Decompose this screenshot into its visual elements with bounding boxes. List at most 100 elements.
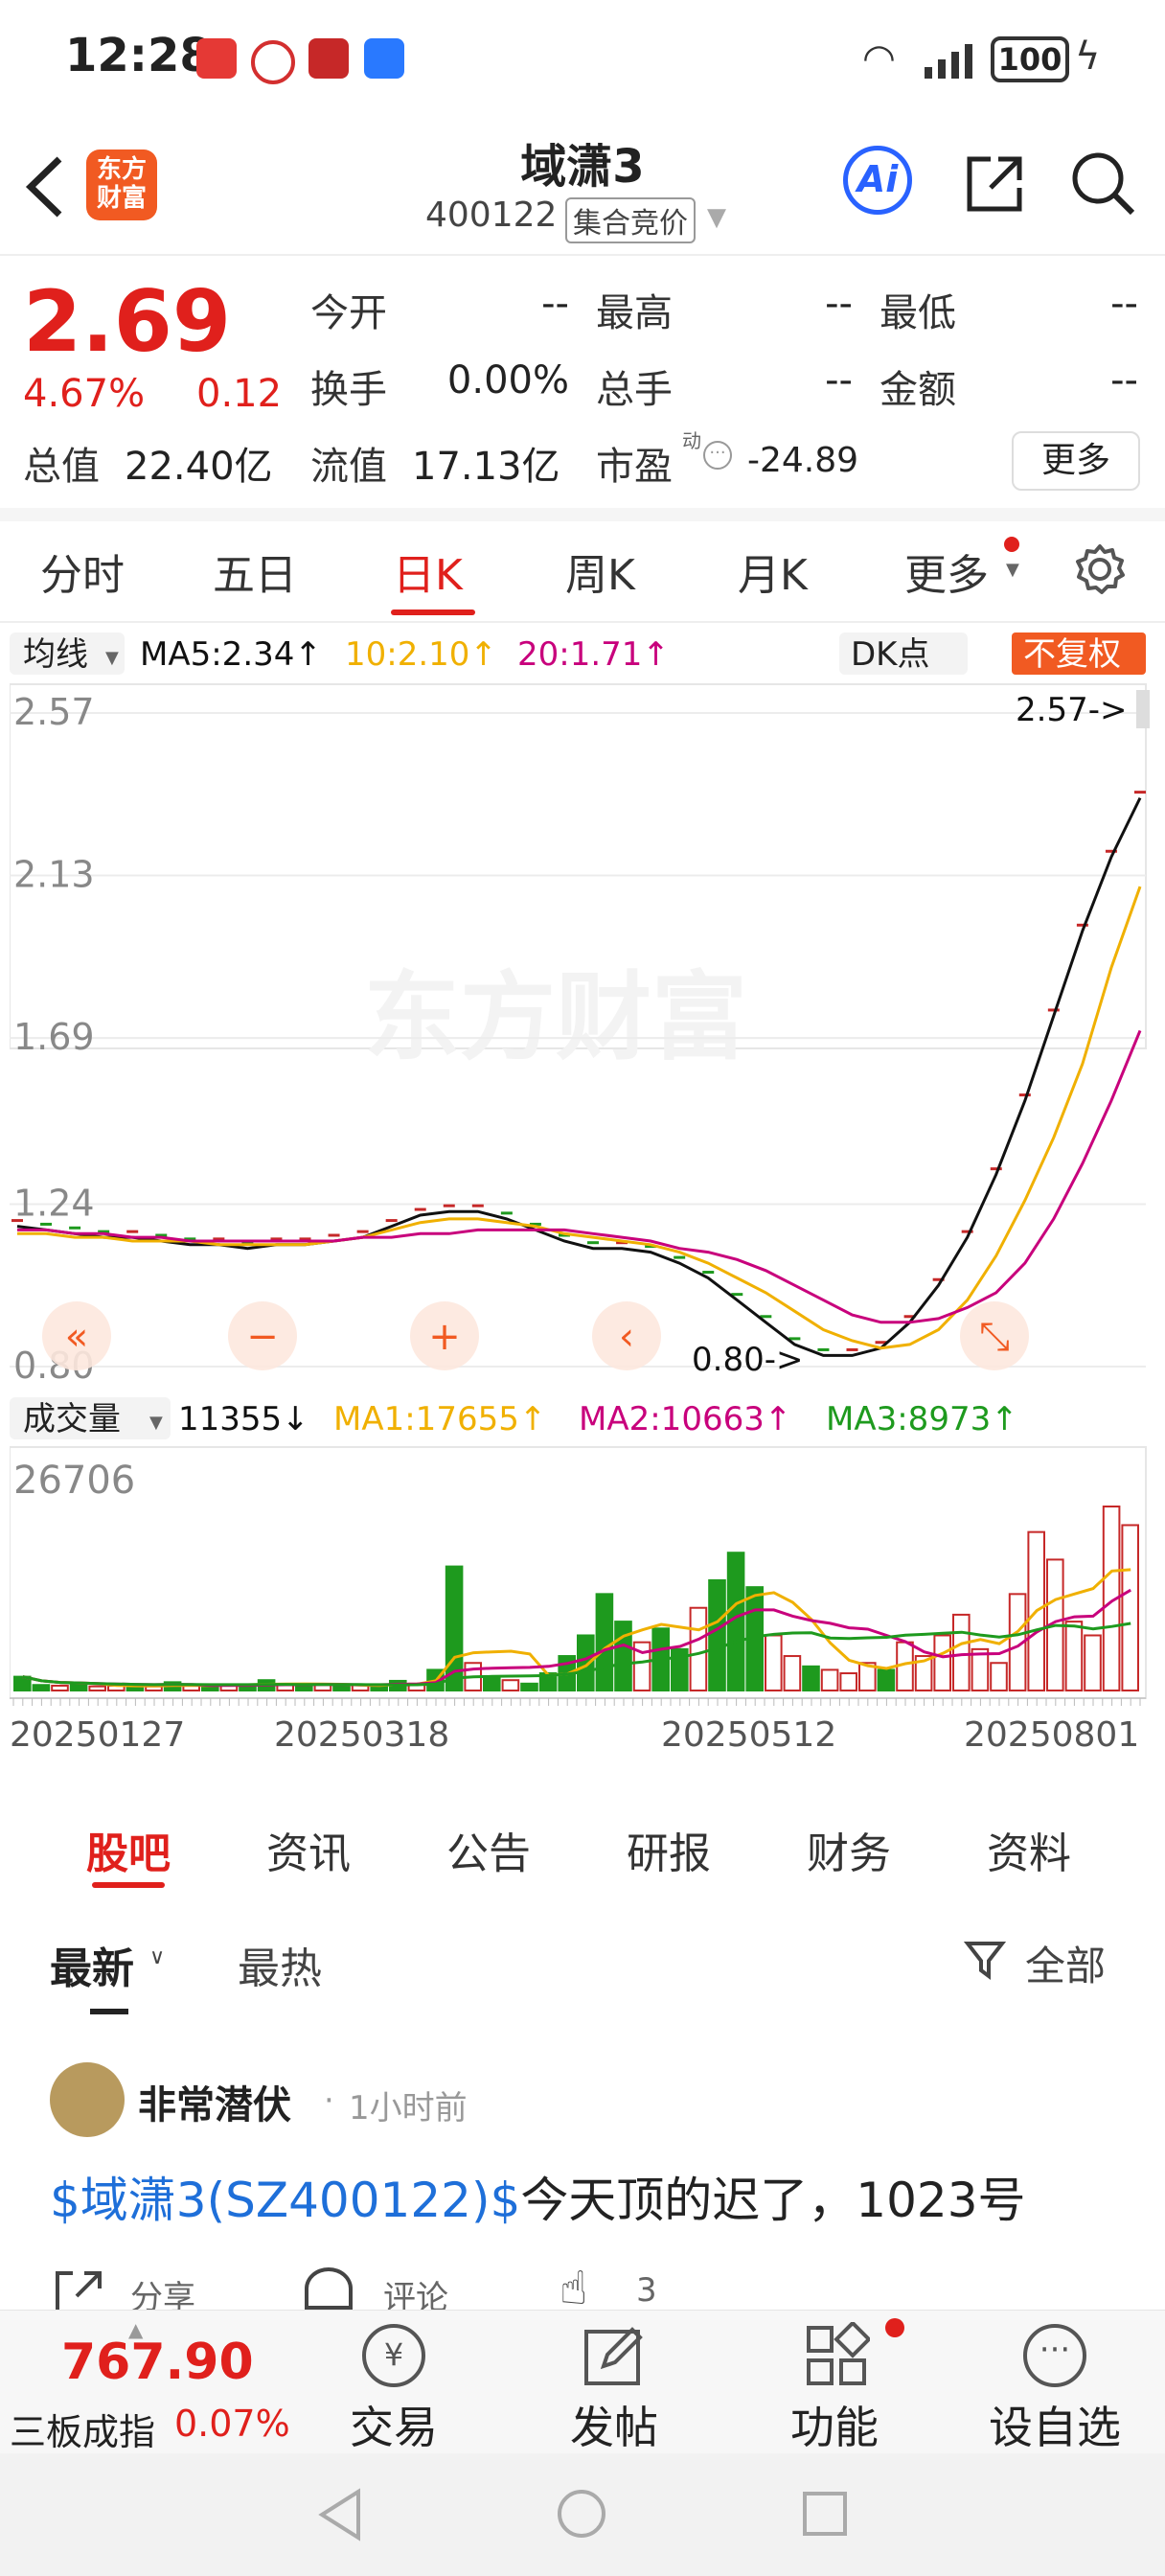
volume-bar-down bbox=[126, 1686, 145, 1691]
chart-control-button[interactable]: + bbox=[410, 1301, 479, 1370]
watchlist-icon[interactable]: ··· bbox=[1023, 2324, 1086, 2387]
filter-icon[interactable] bbox=[963, 1938, 1007, 1984]
chevron-down-icon: ▼ bbox=[149, 1413, 163, 1433]
battery-icon: 100 bbox=[991, 36, 1069, 82]
price-tick-label: 2.13 bbox=[13, 854, 95, 896]
tab-guba[interactable]: 股吧 bbox=[86, 1819, 171, 1880]
post-author[interactable]: 非常潜伏 bbox=[138, 2074, 291, 2129]
mktcap-label: 总值 bbox=[23, 445, 100, 489]
volume-bar-down bbox=[708, 1578, 726, 1691]
high-label: 最高 bbox=[596, 291, 673, 335]
active-tab-indicator bbox=[92, 1882, 165, 1888]
home-nav-icon[interactable] bbox=[558, 2490, 605, 2538]
volume-value: -- bbox=[825, 358, 853, 402]
float-value: 17.13亿 bbox=[412, 445, 560, 489]
index-value[interactable]: 767.90 bbox=[61, 2334, 254, 2391]
chart-control-button[interactable]: ‹ bbox=[592, 1301, 661, 1370]
charging-icon: ϟ bbox=[1075, 34, 1101, 79]
tab-more[interactable]: 更多 bbox=[904, 540, 989, 602]
turnover-value: 0.00% bbox=[446, 358, 569, 402]
vol-ma3-readout: MA3:8973↑ bbox=[826, 1400, 1018, 1438]
tab-news[interactable]: 资讯 bbox=[266, 1819, 351, 1880]
more-options-icon[interactable]: ··· bbox=[703, 441, 732, 470]
system-nav-bar bbox=[0, 2453, 1165, 2576]
avatar[interactable] bbox=[50, 2062, 125, 2137]
trade-icon[interactable]: ¥ bbox=[362, 2324, 425, 2387]
share-icon[interactable] bbox=[52, 2267, 105, 2313]
gear-icon[interactable] bbox=[1073, 542, 1127, 600]
post-time-separator: · bbox=[324, 2082, 334, 2120]
chart-scroll-handle[interactable] bbox=[1136, 690, 1150, 728]
volume-bar-down bbox=[201, 1685, 219, 1692]
index-change: 0.07% bbox=[174, 2403, 290, 2445]
change-percent: 4.67% bbox=[23, 372, 146, 416]
tab-profile[interactable]: 资料 bbox=[987, 1819, 1071, 1880]
volume-selector-label: 成交量 bbox=[23, 1400, 121, 1438]
search-icon[interactable] bbox=[1069, 150, 1138, 222]
sort-latest[interactable]: 最新 bbox=[50, 1934, 134, 1995]
chart-control-button[interactable]: − bbox=[228, 1301, 297, 1370]
price-tick-label: 2.57 bbox=[13, 691, 95, 733]
content-tabs: 股吧 资讯 公告 研报 财务 资料 bbox=[0, 1792, 1165, 1899]
nav-watchlist[interactable]: 设自选 bbox=[973, 2393, 1136, 2456]
wifi-icon: ◠ bbox=[862, 36, 896, 80]
title-bar: 东方 财富 域潇3 400122 集合竞价 ▼ Ai bbox=[0, 115, 1165, 256]
apps-icon[interactable] bbox=[803, 2320, 872, 2393]
post-time: 1小时前 bbox=[349, 2089, 468, 2128]
volume-bar-down bbox=[69, 1683, 88, 1691]
chart-control-button[interactable]: « bbox=[42, 1301, 111, 1370]
max-price-label: 2.57-> bbox=[1016, 691, 1127, 729]
status-time: 12:28 bbox=[65, 29, 212, 82]
nav-post[interactable]: 发帖 bbox=[542, 2393, 686, 2456]
tab-daily-k[interactable]: 日K bbox=[393, 540, 463, 602]
sort-hot[interactable]: 最热 bbox=[238, 1934, 322, 1995]
notification-app-icon bbox=[196, 38, 237, 79]
chart-control-icon: ⤡ bbox=[979, 1315, 1010, 1359]
more-button[interactable]: 更多 bbox=[1012, 431, 1140, 491]
share-icon[interactable] bbox=[962, 151, 1027, 220]
status-bar: 12:28 ◠ 100 ϟ bbox=[0, 0, 1165, 115]
tab-five-day[interactable]: 五日 bbox=[213, 540, 297, 602]
stock-link[interactable]: $域潇3(SZ400122)$ bbox=[50, 2173, 520, 2228]
recents-nav-icon[interactable] bbox=[803, 2492, 847, 2536]
active-sort-indicator bbox=[90, 2009, 128, 2014]
pe-value: -24.89 bbox=[747, 441, 859, 480]
chart-control-button[interactable]: ⤡ bbox=[960, 1301, 1029, 1370]
edit-post-icon[interactable] bbox=[581, 2322, 648, 2393]
notification-app-icon bbox=[251, 40, 295, 84]
like-icon[interactable]: ☝ bbox=[560, 2262, 587, 2315]
open-value: -- bbox=[541, 282, 569, 326]
vol-ma1-readout: MA1:17655↑ bbox=[333, 1400, 546, 1438]
chart-control-icon: ‹ bbox=[619, 1315, 634, 1359]
high-value: -- bbox=[825, 282, 853, 326]
bottom-nav: ▲ 767.90 三板成指 0.07% ¥ 交易 发帖 功能 ··· 设自选 bbox=[0, 2310, 1165, 2454]
amount-value: -- bbox=[1110, 358, 1138, 402]
amount-label: 金额 bbox=[879, 368, 956, 412]
chevron-down-icon: ▼ bbox=[707, 203, 726, 232]
index-name[interactable]: 三板成指 bbox=[10, 2403, 155, 2455]
tab-intraday[interactable]: 分时 bbox=[40, 540, 125, 602]
stock-code: 400122 bbox=[425, 196, 558, 235]
low-label: 最低 bbox=[879, 291, 956, 335]
date-tick-label: 20250801 bbox=[964, 1715, 1139, 1755]
volume-max-label: 26706 bbox=[13, 1459, 135, 1503]
volume-bar-down bbox=[802, 1665, 820, 1692]
date-tick-label: 20250318 bbox=[274, 1715, 449, 1755]
tab-research[interactable]: 研报 bbox=[627, 1819, 711, 1880]
tab-announcements[interactable]: 公告 bbox=[446, 1819, 531, 1880]
filter-all[interactable]: 全部 bbox=[1025, 1934, 1106, 1992]
nav-functions[interactable]: 功能 bbox=[763, 2393, 906, 2456]
tab-monthly-k[interactable]: 月K bbox=[738, 540, 808, 602]
post-content[interactable]: $域潇3(SZ400122)$今天顶的迟了，1023号 bbox=[50, 2162, 1026, 2231]
nav-trade[interactable]: 交易 bbox=[322, 2393, 466, 2456]
feed: 最新 ∨ 最热 全部 非常潜伏 · 1小时前 $域潇3(SZ400122)$今天… bbox=[0, 1898, 1165, 2317]
date-tick-label: 20250127 bbox=[10, 1715, 185, 1755]
kline-chart[interactable]: 均线 ▼ MA5:2.34↑ 10:2.10↑ 20:1.71↑ DK点 不复权… bbox=[9, 625, 1155, 1784]
mktcap-value: 22.40亿 bbox=[125, 445, 273, 489]
signal-icon bbox=[925, 42, 976, 82]
ai-assistant-icon[interactable]: Ai bbox=[843, 146, 912, 215]
comment-icon[interactable] bbox=[305, 2267, 353, 2310]
back-nav-icon[interactable] bbox=[316, 2488, 364, 2545]
tab-financials[interactable]: 财务 bbox=[807, 1819, 891, 1880]
tab-weekly-k[interactable]: 周K bbox=[565, 540, 635, 602]
